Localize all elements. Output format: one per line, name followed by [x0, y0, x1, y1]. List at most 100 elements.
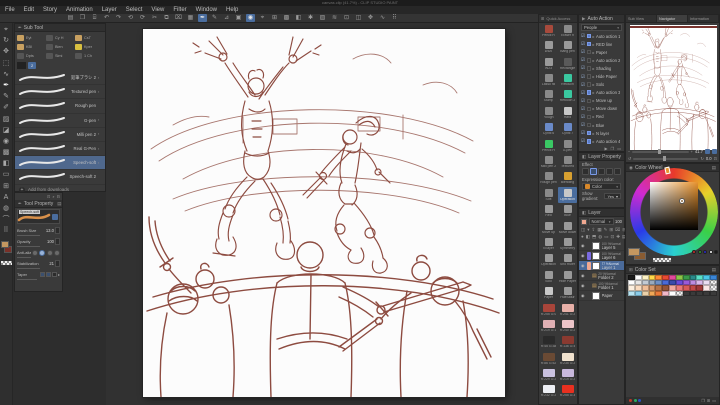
command-bar-icon[interactable]: ⟲: [126, 14, 135, 22]
quick-access-item[interactable]: Operation: [539, 252, 558, 268]
expand-arrow-icon[interactable]: ▸: [593, 90, 595, 95]
canvas-page[interactable]: [143, 29, 505, 397]
command-bar-icon[interactable]: ⟳: [138, 14, 147, 22]
quick-access-item[interactable]: Rectangle: [558, 56, 577, 72]
command-bar-icon[interactable]: ✒: [198, 14, 207, 22]
quick-access-item[interactable]: R:240 G:2: [558, 318, 577, 334]
sub-tool-group-tile[interactable]: Bien: [46, 43, 74, 51]
tool-icon[interactable]: ✐: [3, 104, 9, 112]
command-bar-icon[interactable]: ≋: [330, 14, 339, 22]
sub-tool-group-tile[interactable]: KBl: [17, 43, 45, 51]
quick-access-item[interactable]: Retouch 2: [558, 89, 577, 105]
extract-line-effect-button[interactable]: [606, 168, 613, 175]
expand-arrow-icon[interactable]: ▸: [593, 98, 595, 103]
layer-row[interactable]: ◉ ▤ 100 %Normal Folder 1: [579, 281, 624, 291]
quick-access-item[interactable]: Pencil R: [539, 23, 558, 39]
layer-color-effect-button[interactable]: [598, 168, 605, 175]
color-wheel[interactable]: [629, 174, 718, 251]
brush-list-item[interactable]: Real G-Pen ▪: [15, 142, 105, 156]
anti-aliasing-strong[interactable]: [54, 250, 60, 256]
quick-access-item[interactable]: R:232 G:2: [539, 384, 558, 400]
color-history-dot[interactable]: [714, 250, 718, 254]
auto-action-row[interactable]: ☑ ▸ Shading: [579, 64, 624, 72]
layer-row[interactable]: ◉ ▤ 77 %Normal Layer 1: [579, 261, 624, 271]
checkbox-icon[interactable]: ☑: [581, 90, 585, 96]
layer-toolbar-icon[interactable]: ◍: [598, 234, 602, 240]
color-swatch[interactable]: [683, 291, 690, 296]
tool-icon[interactable]: ✎: [3, 93, 9, 101]
quick-access-item[interactable]: R:229 G:2: [539, 367, 558, 383]
expand-arrow-icon[interactable]: ▸: [593, 114, 595, 119]
color-history-dot[interactable]: [709, 250, 713, 254]
border-effect-button[interactable]: [582, 168, 589, 175]
color-swatch[interactable]: [662, 291, 669, 296]
actual-size-button[interactable]: [712, 149, 717, 154]
tool-icon[interactable]: ▩: [3, 149, 10, 157]
color-swatch[interactable]: [669, 291, 676, 296]
checkbox-icon[interactable]: ☑: [581, 33, 585, 39]
command-bar-icon[interactable]: ✂: [150, 14, 159, 22]
sub-tool-group-tile[interactable]: CsT: [75, 34, 103, 42]
expand-arrow-icon[interactable]: ▸: [593, 74, 595, 79]
command-bar-icon[interactable]: ▦: [186, 14, 195, 22]
brush-list-item[interactable]: Textured pen ▪: [15, 85, 105, 99]
navigator-tab[interactable]: Sub View: [626, 15, 657, 22]
quick-access-item[interactable]: Hide Paper: [558, 269, 577, 285]
quick-access-item[interactable]: Solo: [539, 269, 558, 285]
visibility-eye-icon[interactable]: ◉: [581, 253, 585, 258]
auto-action-row[interactable]: ☑ ▸ Auto action 1: [579, 32, 624, 40]
checkbox-icon[interactable]: ☑: [581, 82, 585, 88]
expand-settings-arrow[interactable]: ▸: [58, 272, 60, 277]
layer-toolbar-icon[interactable]: ✎: [604, 227, 608, 233]
quick-access-item[interactable]: G-pen: [558, 138, 577, 154]
checkbox-icon[interactable]: ☑: [581, 98, 585, 104]
quick-access-item[interactable]: R:241 G:2: [558, 302, 577, 318]
expand-arrow-icon[interactable]: ▸: [593, 139, 595, 144]
stabilization-value[interactable]: 21: [41, 261, 54, 266]
brush-list-item[interactable]: 鉛筆ブラシ 2 ▪: [15, 71, 105, 85]
tool-icon[interactable]: ∿: [3, 71, 9, 79]
layer-toolbar-icon[interactable]: ⊡: [610, 234, 614, 240]
brush-list-item[interactable]: Speech-soft ▪: [15, 156, 105, 170]
layer-toolbar-icon[interactable]: ▭: [604, 234, 608, 240]
checkbox-icon[interactable]: ☑: [581, 114, 585, 120]
auto-action-row[interactable]: ☑ ▸ Auto action 2: [579, 56, 624, 64]
layer-opacity-value[interactable]: 100: [615, 219, 622, 224]
menu-item[interactable]: Edit: [24, 7, 34, 13]
layer-row[interactable]: ◉ ▤ 100 %Normal Layer 5: [579, 241, 624, 251]
color-swatch[interactable]: [703, 291, 710, 296]
checkbox-icon[interactable]: ☑: [581, 130, 585, 136]
checkbox-icon[interactable]: ☑: [581, 41, 585, 47]
quick-access-item[interactable]: Hard: [558, 105, 577, 121]
anti-aliasing-none[interactable]: [32, 250, 38, 256]
quick-access-item[interactable]: N layer: [539, 236, 558, 252]
tool-icon[interactable]: ▭: [3, 171, 10, 179]
opacity-value[interactable]: 100: [41, 239, 54, 244]
checkbox-icon[interactable]: ☑: [581, 138, 585, 144]
quick-access-item[interactable]: Blue: [558, 203, 577, 219]
tool-icon[interactable]: ✥: [3, 48, 9, 56]
menu-item[interactable]: File: [5, 7, 15, 13]
layer-row[interactable]: ◉ ▤ 100 %Normal Layer 6: [579, 251, 624, 261]
expand-arrow-icon[interactable]: ▸: [593, 66, 595, 71]
checkbox-icon[interactable]: ☑: [581, 49, 585, 55]
register-brush-button[interactable]: [52, 214, 58, 220]
command-bar-icon[interactable]: ✎: [210, 14, 219, 22]
command-bar-icon[interactable]: ✱: [306, 14, 315, 22]
command-bar-icon[interactable]: ❐: [78, 14, 87, 22]
collapse-icon[interactable]: ⊟: [57, 194, 60, 199]
auto-action-row[interactable]: ☑ ▸ Auto action 4: [579, 137, 624, 145]
auto-action-row[interactable]: ☑ ▸ Move up: [579, 97, 624, 105]
quick-access-item[interactable]: W23: [539, 56, 558, 72]
layer-toolbar-icon[interactable]: ●: [581, 234, 584, 239]
checkbox-icon[interactable]: ☑: [581, 74, 585, 80]
layer-toolbar-icon[interactable]: ⇪: [592, 227, 596, 233]
checkbox-icon[interactable]: ☑: [581, 122, 585, 128]
color-swatch[interactable]: [690, 291, 697, 296]
command-bar-icon[interactable]: ▤: [66, 14, 75, 22]
sub-tool-active-group[interactable]: 2: [15, 61, 105, 70]
expression-effect-button[interactable]: [614, 168, 621, 175]
layer-toolbar-icon[interactable]: ⬒: [592, 234, 596, 240]
blend-mode-dropdown[interactable]: Normal ▾: [589, 218, 614, 225]
checkbox-icon[interactable]: ☑: [581, 65, 585, 71]
